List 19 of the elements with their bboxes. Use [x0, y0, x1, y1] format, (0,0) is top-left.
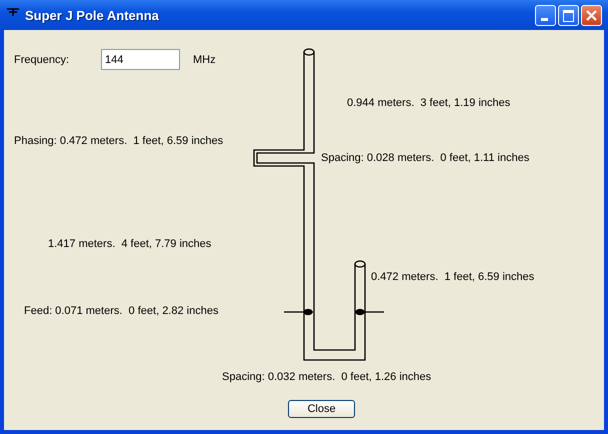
spacing-label: Spacing: 0.028 meters. 0 feet, 1.11 inches — [321, 151, 530, 165]
phasing-label: Phasing: 0.472 meters. 1 feet, 6.59 inches — [14, 134, 224, 148]
maximize-button[interactable] — [558, 4, 579, 26]
window-title: Super J Pole Antenna — [25, 8, 159, 22]
frequency-field[interactable]: 144 — [101, 49, 180, 70]
unit-label: MHz — [193, 53, 216, 67]
minimize-button[interactable] — [535, 4, 556, 26]
spacing-label: Spacing: 0.032 meters. 0 feet, 1.26 inches — [222, 370, 432, 384]
antenna-icon — [6, 7, 20, 17]
maximize-icon — [563, 10, 574, 22]
close-icon — [585, 8, 598, 22]
close-dialog-button[interactable]: Close — [288, 400, 355, 418]
length-label: 1.417 meters. 4 feet, 7.79 inches — [48, 237, 212, 251]
feed-label: Feed: 0.071 meters. 0 feet, 2.82 inches — [24, 304, 218, 318]
close-button[interactable] — [581, 4, 602, 26]
minimize-icon — [541, 18, 548, 20]
length-label: 0.472 meters. 1 feet, 6.59 inches — [371, 270, 534, 284]
length-label: 0.944 meters. 3 feet, 1.19 inches — [347, 96, 510, 110]
field-label: Frequency: — [14, 53, 70, 67]
